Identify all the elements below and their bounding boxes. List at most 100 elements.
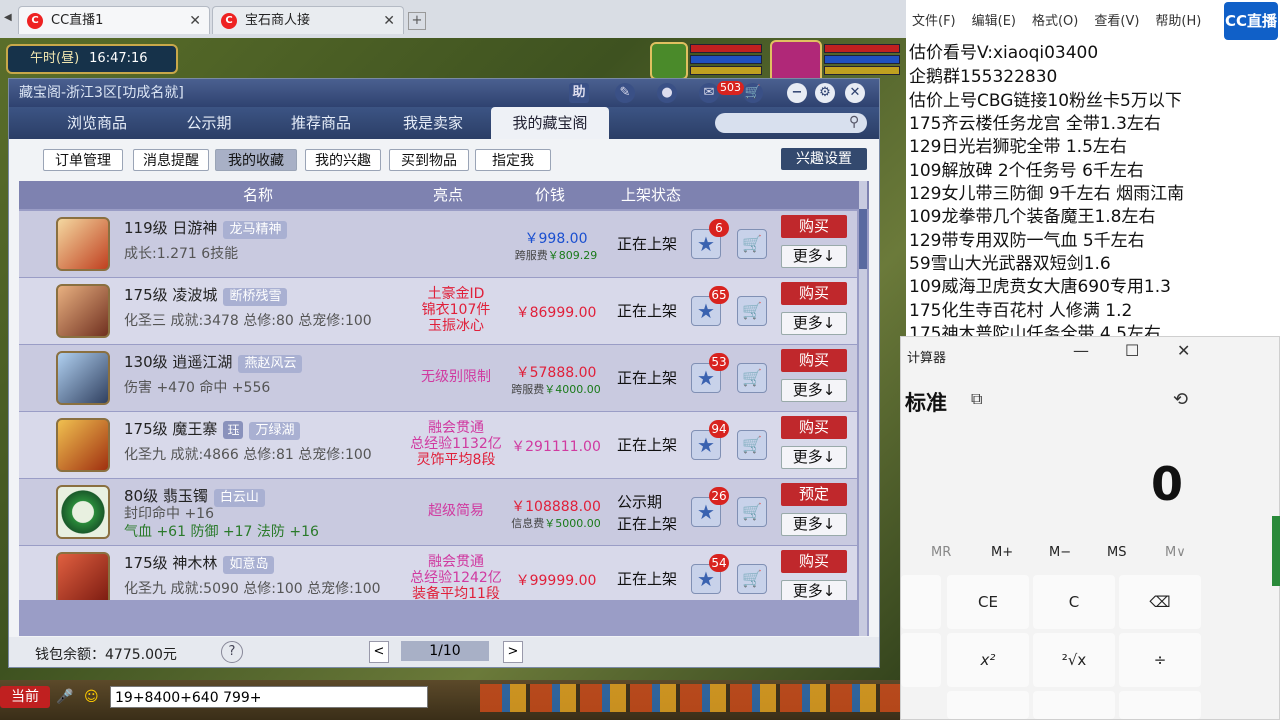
memory-store[interactable]: MS [1107,545,1126,560]
table-row[interactable]: 119级 日游神 龙马精神 成长:1.271 6技能 ￥998.00 跨服费￥80… [19,211,857,277]
search-icon[interactable]: ⚲ [849,114,859,130]
tab-recommend[interactable]: 推荐商品 [265,107,377,139]
tab-my-cbg[interactable]: 我的藏宝阁 [491,107,609,139]
memory-add[interactable]: M+ [991,545,1013,560]
tab-browse[interactable]: 浏览商品 [37,107,157,139]
table-row[interactable]: 175级 神木林 如意岛 化圣九 成就:5090 总修:100 总宠修:100 融… [19,546,857,600]
maximize-icon[interactable]: ☐ [1125,341,1139,360]
tab-seller[interactable]: 我是卖家 [379,107,487,139]
calc-key-row[interactable] [1119,691,1201,719]
item-thumbnail[interactable] [56,418,110,472]
item-name[interactable]: 逍遥江湖 [172,353,232,371]
more-button[interactable]: 更多↓ [781,580,847,600]
orders-button[interactable]: 订单管理 [43,149,123,171]
minimize-icon[interactable]: − [787,83,807,103]
emoji-icon[interactable]: ☺ [84,686,104,708]
scrollbar-thumb[interactable] [859,209,867,269]
calc-key-c[interactable]: C [1033,575,1115,629]
minimize-icon[interactable]: — [1073,341,1089,360]
interest-settings-button[interactable]: 兴趣设置 [781,148,867,170]
tab-public[interactable]: 公示期 [157,107,261,139]
more-button[interactable]: 更多↓ [781,245,847,268]
calc-key-sqrt[interactable]: ²√x [1033,633,1115,687]
favorites-button[interactable]: 我的收藏 [215,149,297,171]
memory-subtract[interactable]: M− [1049,545,1071,560]
keep-on-top-icon[interactable]: ⧉ [971,389,982,409]
buy-button[interactable]: 购买 [781,282,847,305]
browser-tab-cc[interactable]: C CC直播1 ✕ [18,6,210,34]
calc-key-blank[interactable] [901,575,941,629]
buy-button[interactable]: 购买 [781,550,847,573]
add-cart-icon[interactable]: 🛒 [737,363,767,393]
memory-recall[interactable]: MR [931,545,951,560]
interests-button[interactable]: 我的兴趣 [305,149,381,171]
menu-format[interactable]: 格式(O) [1032,10,1078,29]
bought-button[interactable]: 买到物品 [389,149,469,171]
item-thumbnail[interactable] [56,552,110,600]
add-cart-icon[interactable]: 🛒 [737,564,767,594]
item-name[interactable]: 日游神 [172,219,217,237]
calc-key-row[interactable] [947,691,1029,719]
next-page-button[interactable]: > [503,641,523,663]
calc-key-blank[interactable] [901,633,941,687]
item-name[interactable]: 魔王寨 [172,420,217,438]
alerts-button[interactable]: 消息提醒 [133,149,209,171]
message-icon[interactable]: ✉ [699,83,719,103]
chat-channel-button[interactable]: 当前 [0,686,50,708]
game-toolbar-icons[interactable] [480,684,900,712]
microphone-icon[interactable]: 🎤 [56,686,76,708]
more-button[interactable]: 更多↓ [781,513,847,536]
menu-edit[interactable]: 编辑(E) [972,10,1016,29]
add-cart-icon[interactable]: 🛒 [737,296,767,326]
buy-button[interactable]: 购买 [781,215,847,238]
search-input[interactable]: ⚲ [715,113,867,133]
more-button[interactable]: 更多↓ [781,446,847,469]
calc-key-ce[interactable]: CE [947,575,1029,629]
table-row[interactable]: 80级 翡玉镯 白云山 封印命中 +16 气血 +61 防御 +17 法防 +16… [19,479,857,545]
chat-input[interactable]: 19+8400+640 799+ [110,686,428,708]
add-cart-icon[interactable]: 🛒 [737,229,767,259]
calculator-mode[interactable]: 标准 [905,387,947,417]
calc-key-row[interactable] [1033,691,1115,719]
item-thumbnail[interactable] [56,485,110,539]
tab-scroll-left-icon[interactable]: ◀ [4,12,16,24]
browser-tab-gem[interactable]: C 宝石商人接 ✕ [212,6,404,34]
close-tab-icon[interactable]: ✕ [189,7,201,35]
add-cart-icon[interactable]: 🛒 [737,430,767,460]
item-name[interactable]: 神木林 [172,554,217,572]
item-thumbnail[interactable] [56,284,110,338]
settings-icon[interactable]: ⚙ [815,83,835,103]
designated-button[interactable]: 指定我 [475,149,551,171]
calc-key-square[interactable]: x² [947,633,1029,687]
cart-icon[interactable]: 🛒 [743,83,763,103]
new-tab-button[interactable]: + [408,12,426,30]
prev-page-button[interactable]: < [369,641,389,663]
memory-list[interactable]: M∨ [1165,545,1186,560]
reserve-button[interactable]: 预定 [781,483,847,506]
item-name[interactable]: 凌波城 [172,286,217,304]
add-cart-icon[interactable]: 🛒 [737,497,767,527]
buy-button[interactable]: 购买 [781,416,847,439]
help-icon[interactable]: ? [221,641,243,663]
record-icon[interactable]: ● [657,83,677,103]
item-thumbnail[interactable] [56,351,110,405]
item-thumbnail[interactable] [56,217,110,271]
table-row[interactable]: 175级 魔王寨珏万绿湖 化圣九 成就:4866 总修:81 总宠修:100 融… [19,412,857,478]
help-button[interactable]: 助 [569,83,589,103]
calc-key-divide[interactable]: ÷ [1119,633,1201,687]
close-icon[interactable]: ✕ [845,83,865,103]
calc-key-backspace[interactable]: ⌫ [1119,575,1201,629]
close-icon[interactable]: ✕ [1177,341,1190,360]
pin-icon[interactable]: ✎ [615,83,635,103]
menu-view[interactable]: 查看(V) [1094,10,1139,29]
table-row[interactable]: 175级 凌波城 断桥残雪 化圣三 成就:3478 总修:80 总宠修:100 土… [19,278,857,344]
more-button[interactable]: 更多↓ [781,379,847,402]
menu-file[interactable]: 文件(F) [912,10,956,29]
buy-button[interactable]: 购买 [781,349,847,372]
more-button[interactable]: 更多↓ [781,312,847,335]
close-tab-icon[interactable]: ✕ [383,7,395,35]
pet-avatar[interactable] [650,42,688,80]
history-icon[interactable]: ⟲ [1173,389,1188,410]
menu-help[interactable]: 帮助(H) [1155,10,1201,29]
table-row[interactable]: 130级 逍遥江湖 燕赵风云 伤害 +470 命中 +556 无级别限制 ￥578… [19,345,857,411]
